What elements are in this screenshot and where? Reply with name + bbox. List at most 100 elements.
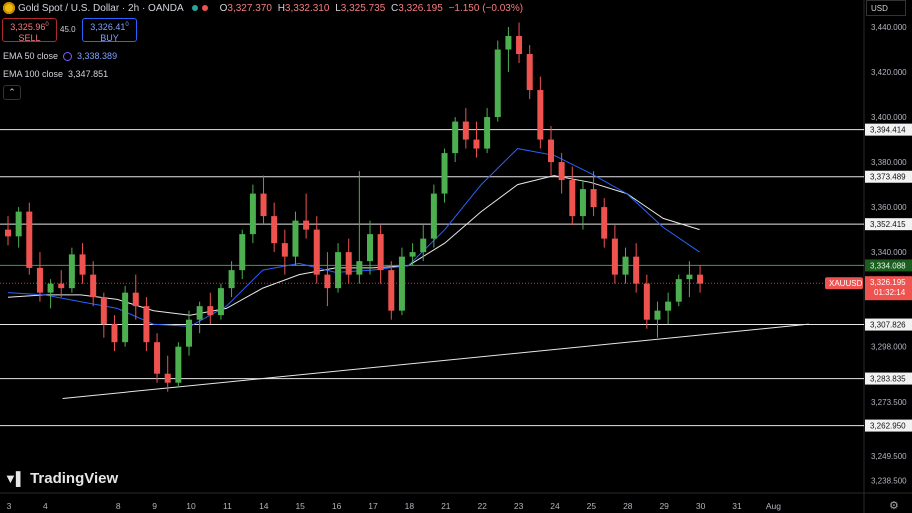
- candle-body: [452, 121, 459, 154]
- x-tick-label: 24: [550, 501, 560, 511]
- sell-label: SELL: [18, 33, 41, 43]
- candle-body: [441, 153, 448, 194]
- y-tick-label: 3,238.500: [871, 477, 907, 486]
- candle-body: [132, 292, 139, 307]
- y-tick-label: 3,380.000: [871, 158, 907, 167]
- x-tick-label: 18: [405, 501, 415, 511]
- x-tick-label: 28: [623, 501, 633, 511]
- high-key: H: [277, 2, 285, 14]
- candle-body: [281, 243, 288, 257]
- y-tick-label: 3,273.500: [871, 398, 907, 407]
- sell-button[interactable]: 3,325.960 SELL: [2, 18, 57, 43]
- chevron-up-icon: ⌃: [8, 87, 16, 97]
- candle-body: [164, 373, 171, 383]
- candle-body: [36, 267, 43, 293]
- x-tick-label: 9: [152, 501, 157, 511]
- candle-body: [665, 301, 672, 311]
- level-price-label: 3,373.489: [870, 173, 906, 182]
- candle-body: [239, 234, 246, 271]
- candle-body: [697, 274, 704, 284]
- ema100-value: 3,347.851: [68, 69, 109, 79]
- indicator-settings-icon[interactable]: [63, 51, 73, 61]
- currency-selector[interactable]: USD: [866, 0, 906, 16]
- candle-body: [547, 139, 554, 163]
- candle-body: [377, 234, 384, 271]
- level-price-label: 3,262.950: [870, 422, 906, 431]
- buy-price: 3,326.41: [90, 22, 126, 32]
- symbol-tag-label: XAUUSD: [829, 279, 863, 288]
- candle-body: [601, 207, 608, 239]
- x-tick-label: 29: [659, 501, 669, 511]
- candle-body: [90, 274, 97, 298]
- sell-price-sup: 0: [45, 22, 49, 28]
- candle-body: [686, 274, 693, 280]
- candle-body: [356, 261, 363, 275]
- y-tick-label: 3,249.500: [871, 452, 907, 461]
- candle-body: [462, 121, 469, 140]
- ema50-line: [7, 148, 700, 327]
- y-tick-label: 3,440.000: [871, 23, 907, 32]
- candle-body: [430, 193, 437, 239]
- spread-value: 45.0: [60, 25, 76, 34]
- level-price-label: 3,394.414: [870, 126, 906, 135]
- x-tick-label: 3: [7, 501, 12, 511]
- candle-body: [526, 54, 533, 91]
- trendline[interactable]: [62, 323, 809, 399]
- collapse-legend-button[interactable]: ⌃: [3, 85, 21, 100]
- symbol-title[interactable]: Gold Spot / U.S. Dollar · 2h · OANDA: [18, 3, 184, 14]
- x-tick-label: 11: [223, 501, 232, 511]
- ema50-value: 3,338.389: [77, 51, 118, 61]
- x-tick-label: 22: [477, 501, 487, 511]
- x-tick-label: 16: [332, 501, 342, 511]
- level-price-label: 3,334.088: [870, 261, 906, 270]
- candle-body: [207, 306, 214, 316]
- candle-body: [537, 90, 544, 140]
- buy-button[interactable]: 3,326.410 BUY: [82, 18, 137, 43]
- candle-body: [611, 238, 618, 275]
- candle-body: [505, 36, 512, 50]
- tv-logo-icon: ▼▌: [4, 471, 25, 486]
- candle-body: [569, 180, 576, 217]
- x-tick-label: 23: [514, 501, 524, 511]
- candle-body: [473, 139, 480, 149]
- candle-body: [15, 211, 22, 237]
- ema50-label: EMA 50 close: [3, 51, 59, 61]
- candle-body: [579, 189, 586, 217]
- x-tick-label: 30: [696, 501, 706, 511]
- ema100-legend[interactable]: EMA 100 close 3,347.851: [3, 69, 108, 79]
- level-price-label: 3,307.826: [870, 321, 906, 330]
- y-tick-label: 3,420.000: [871, 68, 907, 77]
- buy-price-sup: 0: [125, 22, 129, 28]
- brand-name: TradingView: [30, 470, 119, 487]
- x-tick-label: 4: [43, 501, 48, 511]
- candle-body: [409, 252, 416, 257]
- ema100-label: EMA 100 close: [3, 69, 64, 79]
- x-tick-label: 25: [587, 501, 597, 511]
- tradingview-logo: ▼▌ TradingView: [4, 470, 118, 487]
- candle-body: [47, 283, 54, 293]
- close-value: 3,326.195: [398, 2, 443, 14]
- x-tick-label: 15: [295, 501, 305, 511]
- y-tick-label: 3,340.000: [871, 248, 907, 257]
- sell-price: 3,325.96: [10, 22, 46, 32]
- candle-body: [122, 292, 129, 343]
- live-status-icon: [201, 5, 208, 11]
- ema50-legend[interactable]: EMA 50 close 3,338.389: [3, 51, 117, 61]
- low-value: 3,325.735: [340, 2, 386, 14]
- candle-body: [484, 117, 491, 149]
- candle-body: [58, 283, 65, 289]
- candle-body: [633, 256, 640, 284]
- candle-body: [111, 324, 118, 343]
- low-key: L: [335, 2, 341, 14]
- candle-body: [154, 342, 161, 374]
- candle-body: [388, 270, 395, 311]
- candle-body: [335, 252, 342, 289]
- market-open-icon: [191, 5, 198, 11]
- candle-body: [345, 252, 352, 275]
- candle-body: [313, 229, 320, 275]
- price-chart[interactable]: 3,440.000 3,420.000 3,400.000 3,380.000 3,36…: [0, 0, 912, 513]
- gear-icon[interactable]: ⚙: [889, 499, 899, 512]
- candle-body: [558, 162, 565, 181]
- candle-body: [303, 220, 310, 230]
- candle-body: [185, 319, 192, 347]
